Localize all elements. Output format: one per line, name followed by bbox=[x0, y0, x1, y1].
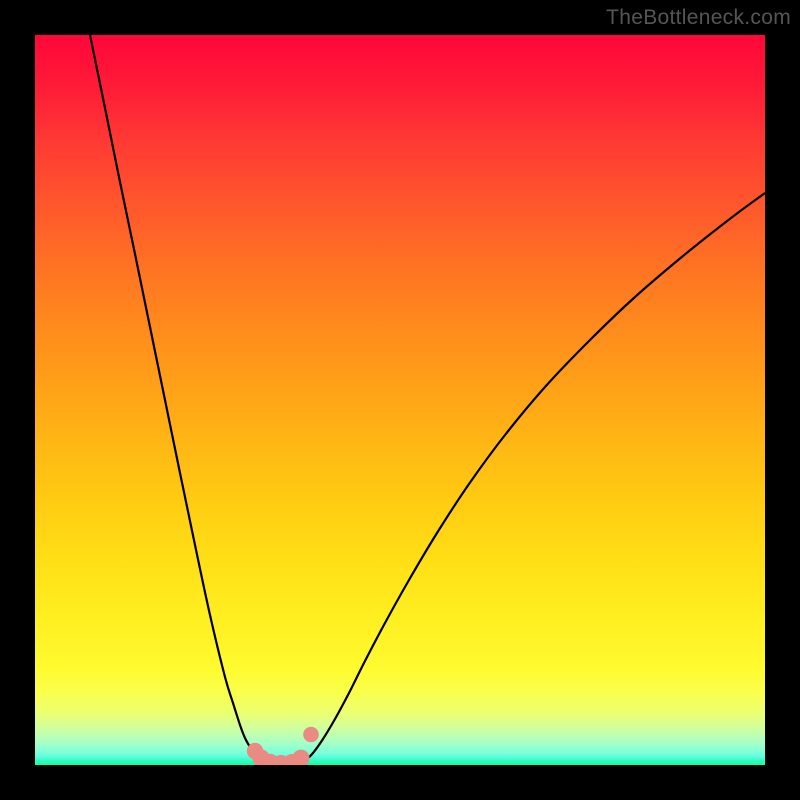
chart-svg bbox=[35, 35, 765, 765]
curve-left-arm bbox=[90, 35, 265, 762]
chart-frame: TheBottleneck.com bbox=[0, 0, 800, 800]
highlight-marker bbox=[303, 727, 319, 743]
highlight-markers bbox=[247, 727, 319, 765]
curve-right-arm bbox=[305, 193, 765, 761]
plot-area bbox=[35, 35, 765, 765]
watermark-text: TheBottleneck.com bbox=[606, 6, 791, 30]
highlight-marker bbox=[292, 750, 309, 765]
bottleneck-curve bbox=[90, 35, 765, 765]
